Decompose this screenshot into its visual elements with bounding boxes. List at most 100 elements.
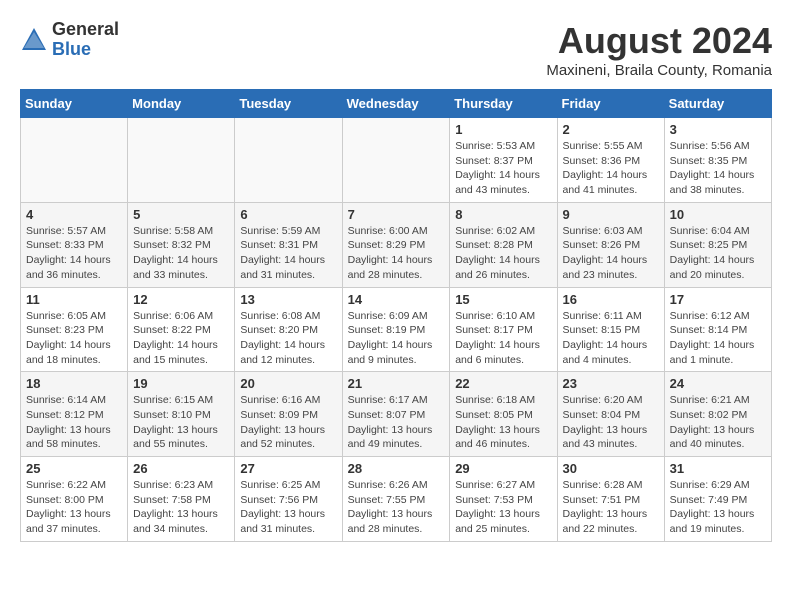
calendar-day-cell: 10 Sunrise: 6:04 AM Sunset: 8:25 PM Dayli… xyxy=(664,202,771,287)
day-number: 27 xyxy=(240,461,336,476)
day-info: Sunrise: 6:15 AM Sunset: 8:10 PM Dayligh… xyxy=(133,393,229,452)
day-number: 13 xyxy=(240,292,336,307)
day-number: 17 xyxy=(670,292,766,307)
calendar-day-cell: 26Sunrise: 6:23 AM Sunset: 7:58 PM Dayli… xyxy=(128,457,235,542)
day-info: Sunrise: 6:29 AM Sunset: 7:49 PM Dayligh… xyxy=(670,478,766,537)
day-info: Sunrise: 5:58 AM Sunset: 8:32 PM Dayligh… xyxy=(133,224,229,283)
day-number: 10 xyxy=(670,207,766,222)
day-info: Sunrise: 6:18 AM Sunset: 8:05 PM Dayligh… xyxy=(455,393,551,452)
calendar-day-cell: 21 Sunrise: 6:17 AM Sunset: 8:07 PM Dayli… xyxy=(342,372,450,457)
calendar-day-cell: 31 Sunrise: 6:29 AM Sunset: 7:49 PM Dayli… xyxy=(664,457,771,542)
calendar-day-cell: 27 Sunrise: 6:25 AM Sunset: 7:56 PM Dayli… xyxy=(235,457,342,542)
day-info: Sunrise: 6:16 AM Sunset: 8:09 PM Dayligh… xyxy=(240,393,336,452)
calendar-day-cell: 22 Sunrise: 6:18 AM Sunset: 8:05 PM Dayli… xyxy=(450,372,557,457)
day-number: 3 xyxy=(670,122,766,137)
logo-general-text: General xyxy=(52,20,119,40)
day-info: Sunrise: 6:00 AM Sunset: 8:29 PM Dayligh… xyxy=(348,224,445,283)
day-info: Sunrise: 5:55 AM Sunset: 8:36 PM Dayligh… xyxy=(563,139,659,198)
calendar-day-cell: 16 Sunrise: 6:11 AM Sunset: 8:15 PM Dayli… xyxy=(557,287,664,372)
calendar-day-cell: 13 Sunrise: 6:08 AM Sunset: 8:20 PM Dayli… xyxy=(235,287,342,372)
day-info: Sunrise: 6:14 AM Sunset: 8:12 PM Dayligh… xyxy=(26,393,122,452)
weekday-header-monday: Monday xyxy=(128,90,235,118)
day-number: 22 xyxy=(455,376,551,391)
day-info: Sunrise: 6:28 AM Sunset: 7:51 PM Dayligh… xyxy=(563,478,659,537)
day-info: Sunrise: 6:17 AM Sunset: 8:07 PM Dayligh… xyxy=(348,393,445,452)
weekday-header-row: SundayMondayTuesdayWednesdayThursdayFrid… xyxy=(21,90,772,118)
calendar-day-cell: 17 Sunrise: 6:12 AM Sunset: 8:14 PM Dayli… xyxy=(664,287,771,372)
calendar-day-cell: 29Sunrise: 6:27 AM Sunset: 7:53 PM Dayli… xyxy=(450,457,557,542)
day-number: 16 xyxy=(563,292,659,307)
weekday-header-friday: Friday xyxy=(557,90,664,118)
logo-blue-text: Blue xyxy=(52,40,119,60)
calendar-day-cell: 12 Sunrise: 6:06 AM Sunset: 8:22 PM Dayli… xyxy=(128,287,235,372)
calendar-day-cell: 9 Sunrise: 6:03 AM Sunset: 8:26 PM Daylig… xyxy=(557,202,664,287)
day-info: Sunrise: 6:05 AM Sunset: 8:23 PM Dayligh… xyxy=(26,309,122,368)
day-info: Sunrise: 6:25 AM Sunset: 7:56 PM Dayligh… xyxy=(240,478,336,537)
day-number: 5 xyxy=(133,207,229,222)
day-number: 15 xyxy=(455,292,551,307)
calendar-day-cell: 11 Sunrise: 6:05 AM Sunset: 8:23 PM Dayli… xyxy=(21,287,128,372)
calendar-day-cell: 6 Sunrise: 5:59 AM Sunset: 8:31 PM Daylig… xyxy=(235,202,342,287)
day-info: Sunrise: 6:20 AM Sunset: 8:04 PM Dayligh… xyxy=(563,393,659,452)
calendar-day-cell: 3 Sunrise: 5:56 AM Sunset: 8:35 PM Daylig… xyxy=(664,118,771,203)
day-info: Sunrise: 6:12 AM Sunset: 8:14 PM Dayligh… xyxy=(670,309,766,368)
day-info: Sunrise: 5:56 AM Sunset: 8:35 PM Dayligh… xyxy=(670,139,766,198)
calendar-day-cell: 28 Sunrise: 6:26 AM Sunset: 7:55 PM Dayli… xyxy=(342,457,450,542)
weekday-header-tuesday: Tuesday xyxy=(235,90,342,118)
weekday-header-sunday: Sunday xyxy=(21,90,128,118)
day-number: 6 xyxy=(240,207,336,222)
day-info: Sunrise: 5:57 AM Sunset: 8:33 PM Dayligh… xyxy=(26,224,122,283)
day-info: Sunrise: 6:26 AM Sunset: 7:55 PM Dayligh… xyxy=(348,478,445,537)
day-number: 30 xyxy=(563,461,659,476)
day-number: 24 xyxy=(670,376,766,391)
day-number: 19 xyxy=(133,376,229,391)
day-number: 21 xyxy=(348,376,445,391)
day-number: 18 xyxy=(26,376,122,391)
calendar-week-row: 4 Sunrise: 5:57 AM Sunset: 8:33 PM Daylig… xyxy=(21,202,772,287)
day-number: 11 xyxy=(26,292,122,307)
calendar-week-row: 11 Sunrise: 6:05 AM Sunset: 8:23 PM Dayli… xyxy=(21,287,772,372)
day-number: 31 xyxy=(670,461,766,476)
calendar-day-cell xyxy=(235,118,342,203)
calendar-day-cell: 19 Sunrise: 6:15 AM Sunset: 8:10 PM Dayli… xyxy=(128,372,235,457)
calendar-day-cell: 25 Sunrise: 6:22 AM Sunset: 8:00 PM Dayli… xyxy=(21,457,128,542)
calendar-day-cell: 20Sunrise: 6:16 AM Sunset: 8:09 PM Dayli… xyxy=(235,372,342,457)
day-number: 2 xyxy=(563,122,659,137)
calendar-week-row: 1Sunrise: 5:53 AM Sunset: 8:37 PM Daylig… xyxy=(21,118,772,203)
title-area: August 2024 Maxineni, Braila County, Rom… xyxy=(546,20,772,79)
day-info: Sunrise: 6:04 AM Sunset: 8:25 PM Dayligh… xyxy=(670,224,766,283)
calendar-day-cell xyxy=(21,118,128,203)
day-number: 25 xyxy=(26,461,122,476)
day-info: Sunrise: 6:03 AM Sunset: 8:26 PM Dayligh… xyxy=(563,224,659,283)
day-number: 29 xyxy=(455,461,551,476)
day-info: Sunrise: 6:09 AM Sunset: 8:19 PM Dayligh… xyxy=(348,309,445,368)
day-info: Sunrise: 6:10 AM Sunset: 8:17 PM Dayligh… xyxy=(455,309,551,368)
weekday-header-thursday: Thursday xyxy=(450,90,557,118)
day-number: 14 xyxy=(348,292,445,307)
day-info: Sunrise: 6:11 AM Sunset: 8:15 PM Dayligh… xyxy=(563,309,659,368)
day-info: Sunrise: 5:59 AM Sunset: 8:31 PM Dayligh… xyxy=(240,224,336,283)
day-number: 26 xyxy=(133,461,229,476)
calendar-week-row: 18 Sunrise: 6:14 AM Sunset: 8:12 PM Dayli… xyxy=(21,372,772,457)
calendar-week-row: 25 Sunrise: 6:22 AM Sunset: 8:00 PM Dayli… xyxy=(21,457,772,542)
day-number: 12 xyxy=(133,292,229,307)
day-number: 28 xyxy=(348,461,445,476)
day-number: 9 xyxy=(563,207,659,222)
calendar-day-cell: 2 Sunrise: 5:55 AM Sunset: 8:36 PM Daylig… xyxy=(557,118,664,203)
day-number: 23 xyxy=(563,376,659,391)
month-year-title: August 2024 xyxy=(546,20,772,62)
logo: General Blue xyxy=(20,20,119,60)
day-info: Sunrise: 6:08 AM Sunset: 8:20 PM Dayligh… xyxy=(240,309,336,368)
calendar-day-cell: 14 Sunrise: 6:09 AM Sunset: 8:19 PM Dayli… xyxy=(342,287,450,372)
location-subtitle: Maxineni, Braila County, Romania xyxy=(546,62,772,79)
day-info: Sunrise: 6:06 AM Sunset: 8:22 PM Dayligh… xyxy=(133,309,229,368)
calendar-table: SundayMondayTuesdayWednesdayThursdayFrid… xyxy=(20,89,772,542)
logo-text: General Blue xyxy=(52,20,119,60)
day-info: Sunrise: 6:22 AM Sunset: 8:00 PM Dayligh… xyxy=(26,478,122,537)
calendar-day-cell: 7Sunrise: 6:00 AM Sunset: 8:29 PM Daylig… xyxy=(342,202,450,287)
day-info: Sunrise: 6:02 AM Sunset: 8:28 PM Dayligh… xyxy=(455,224,551,283)
calendar-day-cell: 15 Sunrise: 6:10 AM Sunset: 8:17 PM Dayli… xyxy=(450,287,557,372)
day-number: 4 xyxy=(26,207,122,222)
page-header: General Blue August 2024 Maxineni, Brail… xyxy=(20,20,772,79)
calendar-day-cell: 4 Sunrise: 5:57 AM Sunset: 8:33 PM Daylig… xyxy=(21,202,128,287)
